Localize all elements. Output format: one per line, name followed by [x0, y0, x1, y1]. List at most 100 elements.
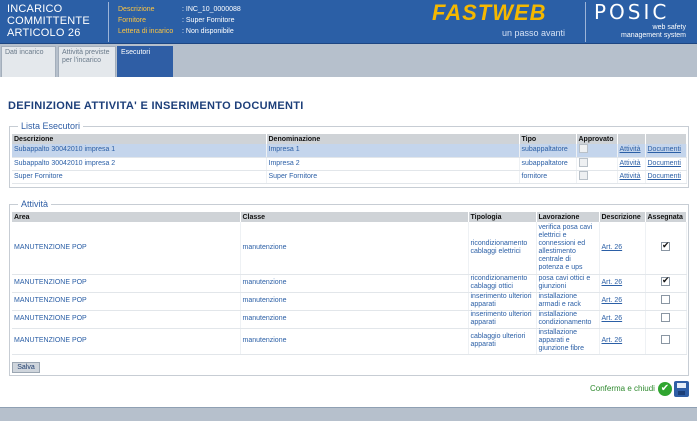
cell-lavorazione: verifica posa cavi elettrici e connessio…: [536, 222, 600, 275]
cell-tipologia: ricondizionamento cablaggi elettrici: [468, 222, 537, 275]
attivita-link[interactable]: Attività: [620, 146, 641, 153]
table-row: MANUTENZIONE POP manutenzione ricondizio…: [12, 274, 687, 293]
cell-area: MANUTENZIONE POP: [12, 292, 241, 311]
cell-descrizione: Super Fornitore: [12, 170, 267, 184]
cell-area: MANUTENZIONE POP: [12, 310, 241, 329]
col-approvato: Approvato: [576, 134, 618, 144]
cell-classe: manutenzione: [240, 328, 469, 355]
incarico-title: INCARICO COMMITTENTE ARTICOLO 26: [7, 3, 90, 39]
cell-approvato: [576, 144, 618, 158]
approvato-checkbox: [578, 170, 588, 180]
footer-bar: [0, 407, 697, 421]
col-attivita: [617, 134, 646, 144]
field-fornitore: Fornitore : Super Fornitore: [118, 15, 241, 26]
descrizione-link[interactable]: Art. 26: [602, 337, 623, 344]
cell-descrizione: Subappalto 30042010 impresa 1: [12, 144, 267, 158]
attivita-link[interactable]: Attività: [620, 173, 641, 180]
save-disk-icon[interactable]: [674, 381, 689, 397]
cell-classe: manutenzione: [240, 292, 469, 311]
assegnata-checkbox[interactable]: [661, 241, 670, 251]
table-row: MANUTENZIONE POP manutenzione inseriment…: [12, 292, 687, 311]
documenti-link[interactable]: Documenti: [648, 146, 681, 153]
col-descrizione: Descrizione: [599, 212, 646, 222]
col-tipo: Tipo: [519, 134, 577, 144]
col-documenti: [645, 134, 687, 144]
cell-area: MANUTENZIONE POP: [12, 328, 241, 355]
cell-area: MANUTENZIONE POP: [12, 274, 241, 293]
confirm-close-link[interactable]: Conferma e chiudi: [590, 384, 655, 393]
save-button[interactable]: Salva: [12, 362, 40, 373]
checkmark-icon[interactable]: ✔: [658, 382, 672, 396]
col-denominazione: Denominazione: [266, 134, 520, 144]
tab-bar: Dati incarico Attività previste per l'in…: [0, 44, 697, 77]
table-row: MANUTENZIONE POP manutenzione cablaggio …: [12, 328, 687, 355]
cell-tipologia: ricondizionamento cablaggi ottici: [468, 274, 537, 293]
app-header: INCARICO COMMITTENTE ARTICOLO 26 Descriz…: [0, 0, 697, 44]
table-row: MANUTENZIONE POP manutenzione ricondizio…: [12, 222, 687, 275]
descrizione-link[interactable]: Art. 26: [602, 315, 623, 322]
tab-attivita-previste[interactable]: Attività previste per l'incarico: [58, 46, 116, 77]
cell-tipologia: inserimento ulteriori apparati: [468, 310, 537, 329]
assegnata-checkbox[interactable]: [661, 276, 670, 286]
assegnata-checkbox[interactable]: [661, 295, 670, 304]
esecutori-fieldset: Lista Esecutori Descrizione Denominazion…: [9, 121, 689, 188]
header-fields: Descrizione : INC_10_0000088 Fornitore :…: [118, 4, 241, 37]
esecutori-legend: Lista Esecutori: [18, 121, 84, 131]
attivita-link[interactable]: Attività: [620, 160, 641, 167]
field-value: : INC_10_0000088: [182, 6, 241, 13]
posic-logo: POSIC: [594, 0, 670, 24]
fastweb-wordmark: FASTWEB: [432, 0, 547, 25]
field-label: Descrizione: [118, 6, 155, 13]
header-divider: [108, 2, 109, 42]
descrizione-link[interactable]: Art. 26: [602, 297, 623, 304]
cell-tipo: subappaltatore: [519, 157, 577, 171]
cell-approvato: [576, 170, 618, 184]
attivita-table: Area Classe Tipologia Lavorazione Descri…: [12, 212, 687, 355]
tab-esecutori[interactable]: Esecutori: [117, 46, 173, 77]
esecutori-table: Descrizione Denominazione Tipo Approvato…: [12, 134, 687, 184]
posic-subtitle: web safety management system: [602, 24, 686, 40]
descrizione-link[interactable]: Art. 26: [602, 244, 623, 251]
attivita-legend: Attività: [18, 199, 52, 209]
posic-sub-line-1: web safety: [652, 24, 686, 31]
cell-area: MANUTENZIONE POP: [12, 222, 241, 275]
field-value: : Super Fornitore: [182, 17, 235, 24]
field-lettera: Lettera di incarico : Non disponibile: [118, 26, 241, 37]
assegnata-checkbox[interactable]: [661, 335, 670, 344]
descrizione-link[interactable]: Art. 26: [602, 279, 623, 286]
cell-tipologia: inserimento ulteriori apparati: [468, 292, 537, 311]
fastweb-logo: FASTWEB un passo avanti: [424, 0, 584, 44]
col-lavorazione: Lavorazione: [536, 212, 600, 222]
table-header-row: Area Classe Tipologia Lavorazione Descri…: [12, 212, 687, 222]
cell-descrizione: Subappalto 30042010 impresa 2: [12, 157, 267, 171]
table-row: MANUTENZIONE POP manutenzione inseriment…: [12, 310, 687, 329]
approvato-checkbox: [578, 157, 588, 167]
field-label: Fornitore: [118, 17, 147, 24]
header-divider: [585, 2, 586, 42]
cell-classe: manutenzione: [240, 310, 469, 329]
cell-classe: manutenzione: [240, 222, 469, 275]
posic-sub-line-2: management system: [621, 32, 686, 39]
page-title: DEFINIZIONE ATTIVITA' E INSERIMENTO DOCU…: [8, 100, 304, 112]
col-descrizione: Descrizione: [12, 134, 267, 144]
field-value: : Non disponibile: [182, 28, 234, 35]
documenti-link[interactable]: Documenti: [648, 160, 681, 167]
tab-dati-incarico[interactable]: Dati incarico: [1, 46, 56, 77]
cell-denominazione: Impresa 1: [266, 144, 520, 158]
cell-approvato: [576, 157, 618, 171]
table-header-row: Descrizione Denominazione Tipo Approvato: [12, 134, 687, 144]
cell-lavorazione: installazione condizionamento: [536, 310, 600, 329]
assegnata-checkbox[interactable]: [661, 313, 670, 322]
attivita-fieldset: Attività Area Classe Tipologia Lavorazio…: [9, 199, 689, 376]
cell-denominazione: Impresa 2: [266, 157, 520, 171]
table-row[interactable]: Subappalto 30042010 impresa 1 Impresa 1 …: [12, 144, 687, 158]
fastweb-tagline: un passo avanti: [502, 28, 566, 38]
table-row[interactable]: Super Fornitore Super Fornitore fornitor…: [12, 170, 687, 184]
cell-tipo: fornitore: [519, 170, 577, 184]
cell-lavorazione: posa cavi ottici e giunzioni: [536, 274, 600, 293]
cell-tipologia: cablaggio ulteriori apparati: [468, 328, 537, 355]
cell-classe: manutenzione: [240, 274, 469, 293]
documenti-link[interactable]: Documenti: [648, 173, 681, 180]
title-line-2: COMMITTENTE: [7, 15, 90, 27]
table-row[interactable]: Subappalto 30042010 impresa 2 Impresa 2 …: [12, 157, 687, 171]
